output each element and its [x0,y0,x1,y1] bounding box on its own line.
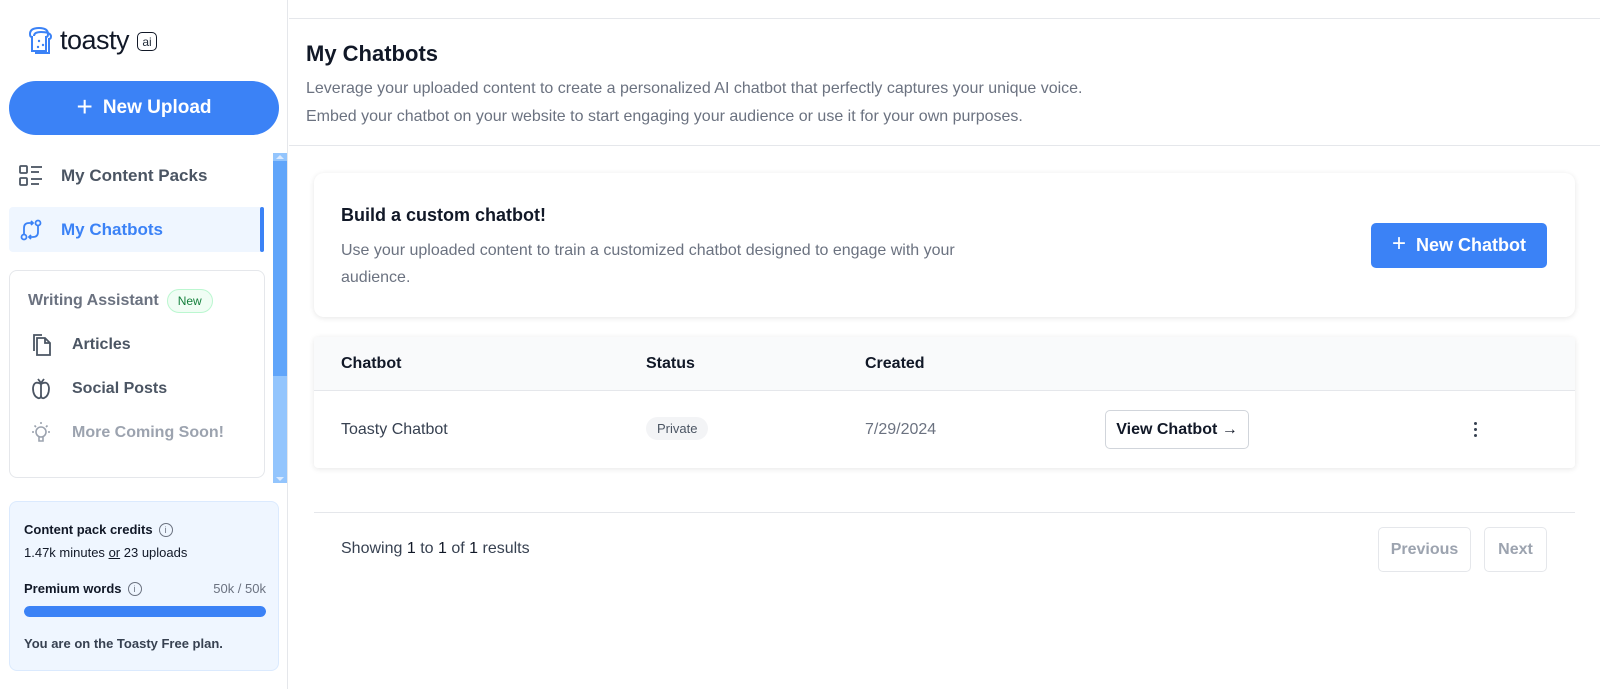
writing-assistant-title: Writing Assistant [28,292,159,309]
new-upload-button[interactable]: + New Upload [9,81,279,135]
credits-uploads: 23 uploads [123,545,188,560]
page-description-line: Leverage your uploaded content to create… [306,80,1083,97]
credits-title: Content pack credits i [24,522,173,537]
sidebar: toasty ai + New Upload My Content Packs [0,0,288,689]
credits-or: or [108,545,121,560]
plus-icon: + [76,90,93,122]
scroll-down-arrow-icon[interactable] [276,477,284,481]
writing-item-label: More Coming Soon! [72,424,224,441]
results-to: 1 [437,540,447,557]
column-header-created: Created [865,355,925,372]
info-icon[interactable]: i [127,581,142,596]
chatbots-table: Chatbot Status Created Toasty Chatbot Pr… [314,337,1575,468]
writing-item-articles[interactable]: Articles [30,333,131,357]
new-badge: New [166,289,213,313]
sidebar-nav: My Content Packs My Chatbots [9,153,264,261]
build-card-title: Build a custom chatbot! [341,205,547,225]
writing-item-social-posts[interactable]: Social Posts [30,377,167,401]
writing-assistant-panel: Writing Assistant New Articles Social Po… [9,270,265,478]
credits-panel: Content pack credits i 1.47k minutes or … [9,501,279,671]
social-icon [32,378,50,400]
top-bar [289,0,1600,19]
results-summary: Showing 1 to 1 of 1 results [341,540,530,558]
new-upload-label: New Upload [102,97,212,118]
results-total: 1 [469,540,479,557]
credits-summary: 1.47k minutes or 23 uploads [24,545,187,560]
chatbot-name: Toasty Chatbot [341,421,448,438]
results-from: 1 [406,540,416,557]
header-divider [289,145,1600,146]
next-page-button[interactable]: Next [1484,527,1547,572]
status-badge: Private [646,417,709,440]
premium-words-label-text: Premium words [24,581,122,596]
to-word: to [420,540,434,557]
new-chatbot-label: New Chatbot [1416,235,1526,255]
credits-minutes: 1.47k minutes [24,545,105,560]
plan-text: You are on the Toasty Free plan. [24,636,223,651]
created-date: 7/29/2024 [865,421,937,438]
writing-item-coming-soon: More Coming Soon! [30,421,224,445]
brand-name: toasty [60,24,130,55]
documents-icon [33,334,51,356]
scrollbar-thumb[interactable] [273,161,287,376]
info-icon[interactable]: i [158,522,173,537]
list-icon [19,164,43,188]
build-chatbot-card: Build a custom chatbot! Use your uploade… [314,173,1575,317]
of-word: of [451,540,465,557]
sidebar-item-label: My Content Packs [61,165,208,185]
sidebar-item-label: My Chatbots [61,219,163,239]
previous-page-button[interactable]: Previous [1378,527,1471,572]
premium-words-progress [24,606,266,617]
premium-words-progress-fill [24,606,266,617]
sidebar-item-chatbots[interactable]: My Chatbots [9,207,264,252]
premium-words-label: Premium words i [24,581,142,596]
writing-item-label: Articles [72,336,131,353]
writing-item-label: Social Posts [72,380,168,397]
sidebar-item-content-packs[interactable]: My Content Packs [9,153,264,198]
view-chatbot-button[interactable]: View Chatbot → [1105,410,1249,449]
table-header: Chatbot Status Created [314,337,1575,391]
page-description-line: Embed your chatbot on your website to st… [306,108,1023,125]
new-chatbot-button[interactable]: + New Chatbot [1371,223,1547,268]
showing-prefix: Showing [341,540,403,557]
page-description: Leverage your uploaded content to create… [306,75,1083,131]
lightbulb-icon [32,422,50,442]
more-options-icon[interactable] [1468,417,1482,441]
logo[interactable]: toasty ai [24,24,158,56]
toast-logo-icon [28,26,53,54]
premium-words-value: 50k / 50k [213,581,266,596]
chatbot-arrows-icon [19,218,43,242]
credits-title-text: Content pack credits [24,522,153,537]
results-word: results [482,540,530,557]
page-title: My Chatbots [306,41,438,66]
pagination-divider [314,512,1575,513]
scroll-up-arrow-icon[interactable] [276,155,284,159]
brand-ai-badge: ai [137,32,158,51]
column-header-status: Status [646,355,695,372]
column-header-chatbot: Chatbot [341,355,402,372]
sidebar-scrollbar[interactable] [273,153,287,483]
build-card-description: Use your uploaded content to train a cus… [341,242,955,286]
premium-words-row: Premium words i 50k / 50k [24,581,266,596]
plus-icon: + [1391,230,1406,257]
